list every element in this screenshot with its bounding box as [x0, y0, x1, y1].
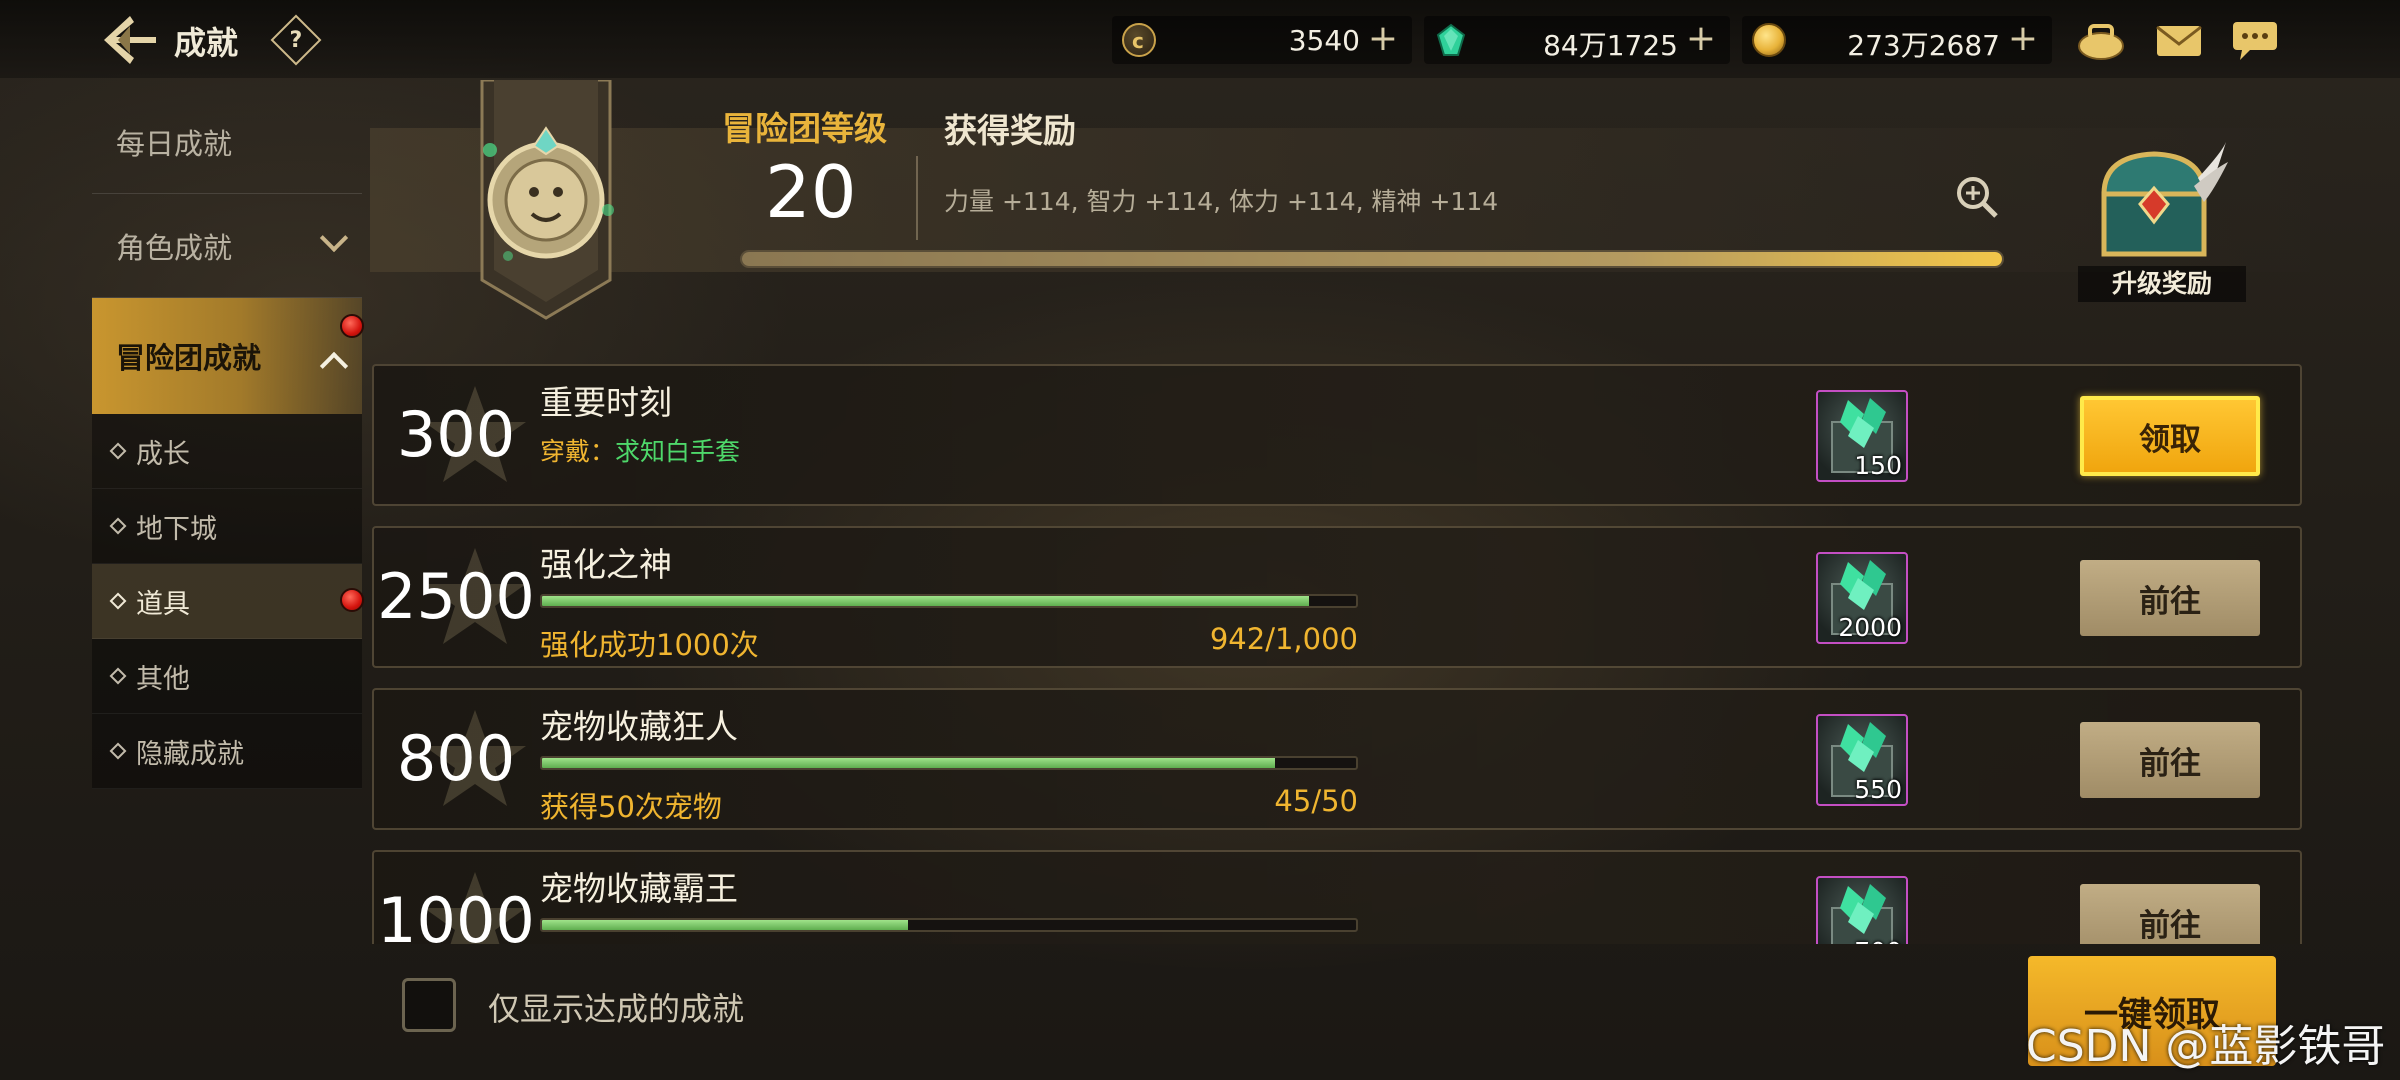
achievement-progress-count: 942/1,000: [1209, 622, 1358, 656]
achievement-points: 300: [396, 398, 516, 471]
reward-item[interactable]: 700: [1816, 876, 1908, 944]
reward-item[interactable]: 2000: [1816, 552, 1908, 644]
go-button[interactable]: 前往: [2080, 884, 2260, 944]
achievement-progress-bar: [540, 594, 1358, 608]
achievement-progress-fill: [542, 758, 1275, 768]
achievement-progress-fill: [542, 596, 1309, 606]
achievement-name: 宠物收藏狂人: [540, 707, 738, 746]
achievement-points: 2500: [377, 560, 535, 633]
achievement-progress-bar: [540, 918, 1358, 932]
achievement-progress-fill: [542, 920, 909, 930]
item-count: 2000: [1838, 613, 1902, 642]
achievement-points: 800: [396, 722, 516, 795]
achieved-only-checkbox[interactable]: [402, 978, 456, 1032]
item-count: 150: [1854, 451, 1902, 480]
item-count: 550: [1854, 775, 1902, 804]
item-count: 700: [1854, 937, 1902, 944]
achievement-row: 800 宠物收藏狂人 获得50次宠物 45/50 550 前往: [372, 688, 2302, 830]
watermark: CSDN @蓝影铁哥: [2026, 1021, 2386, 1072]
achievement-description: 强化成功1000次: [540, 628, 759, 662]
achievement-name: 强化之神: [540, 545, 672, 584]
green-gem-crate-icon: [1831, 884, 1893, 944]
achievement-row: 300 重要时刻 穿戴：求知白手套 150 领取: [372, 364, 2302, 506]
achievement-description: 获得50次宠物: [540, 790, 722, 824]
achievement-points: 1000: [377, 884, 535, 945]
claim-button[interactable]: 领取: [2080, 396, 2260, 476]
condition-value: 求知白手套: [615, 437, 741, 466]
achieved-only-label: 仅显示达成的成就: [488, 990, 745, 1028]
go-button[interactable]: 前往: [2080, 722, 2260, 798]
achievement-progress-count: 45/50: [1274, 784, 1358, 818]
achievement-name: 宠物收藏霸王: [540, 869, 738, 908]
achievement-name: 重要时刻: [540, 383, 672, 422]
achievement-list: 300 重要时刻 穿戴：求知白手套 150 领取 2500 强化之神 强化成功1…: [0, 0, 2400, 944]
condition-key: 穿戴：: [540, 437, 616, 466]
achievement-row: 2500 强化之神 强化成功1000次 942/1,000 2000 前往: [372, 526, 2302, 668]
achievement-condition: 穿戴：求知白手套: [540, 432, 740, 468]
achievement-row: 1000 宠物收藏霸王 700 前往: [372, 850, 2302, 944]
go-button[interactable]: 前往: [2080, 560, 2260, 636]
reward-item[interactable]: 150: [1816, 390, 1908, 482]
reward-item[interactable]: 550: [1816, 714, 1908, 806]
achievement-progress-bar: [540, 756, 1358, 770]
